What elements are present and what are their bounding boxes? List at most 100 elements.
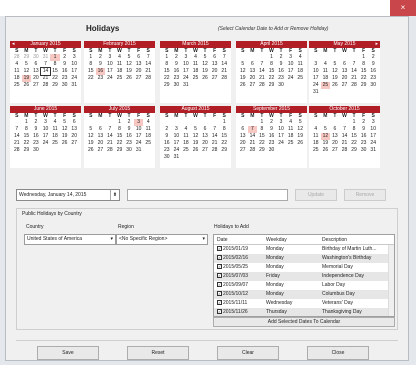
calendar-day[interactable]: 26 (238, 82, 248, 89)
calendar-day[interactable]: 15 (50, 68, 60, 75)
calendar-day[interactable]: 5 (124, 54, 134, 61)
calendar-day[interactable]: 29 (349, 147, 359, 154)
calendar-day[interactable]: 24 (41, 140, 51, 147)
calendar-day[interactable]: 12 (330, 68, 340, 75)
calendar-day[interactable]: 7 (210, 126, 220, 133)
calendar-day[interactable]: 28 (12, 54, 22, 61)
calendar-day[interactable]: 13 (134, 61, 144, 68)
calendar-day[interactable]: 9 (267, 126, 277, 133)
calendar-day[interactable]: 30 (162, 154, 172, 161)
calendar-day[interactable]: 18 (311, 140, 321, 147)
calendar-day[interactable]: 21 (210, 140, 220, 147)
calendar-day[interactable]: 21 (41, 75, 51, 82)
calendar-day[interactable]: 14 (257, 68, 267, 75)
calendar-day[interactable]: 3 (276, 119, 286, 126)
calendar-day[interactable]: 2 (172, 54, 182, 61)
row-checkbox[interactable]: ✓ (217, 309, 222, 315)
calendar-day[interactable]: 12 (191, 133, 201, 140)
calendar-day[interactable]: 16 (60, 68, 70, 75)
calendar-day[interactable]: 25 (50, 140, 60, 147)
calendar-day[interactable]: 10 (286, 61, 296, 68)
calendar-day[interactable]: 15 (162, 68, 172, 75)
row-checkbox[interactable]: ✓ (217, 300, 222, 306)
calendar-day[interactable]: 30 (267, 147, 277, 154)
calendar-day[interactable]: 22 (359, 75, 369, 82)
calendar-day[interactable]: 16 (162, 140, 172, 147)
calendar-day[interactable]: 15 (115, 133, 125, 140)
calendar-day[interactable]: 1 (219, 119, 229, 126)
calendar-day[interactable]: 13 (200, 133, 210, 140)
calendar-day[interactable]: 24 (368, 140, 378, 147)
date-spinner-icon[interactable]: ⬍ (110, 190, 119, 200)
calendar-day[interactable]: 26 (60, 140, 70, 147)
calendar-day[interactable]: 27 (69, 140, 79, 147)
calendar-day[interactable]: 6 (238, 126, 248, 133)
calendar-day[interactable]: 21 (257, 75, 267, 82)
calendar-day[interactable]: 2 (31, 119, 41, 126)
calendar-day[interactable]: 18 (321, 75, 331, 82)
calendar-day[interactable]: 29 (267, 82, 277, 89)
calendar-day[interactable]: 1 (22, 119, 32, 126)
calendar-day[interactable]: 13 (210, 61, 220, 68)
calendar-day[interactable]: 11 (143, 126, 153, 133)
calendar-day[interactable]: 21 (349, 75, 359, 82)
calendar-day[interactable]: 1 (115, 119, 125, 126)
calendar-day[interactable]: 29 (359, 82, 369, 89)
calendar-day[interactable]: 4 (50, 119, 60, 126)
calendar-day[interactable]: 18 (115, 68, 125, 75)
calendar-day[interactable]: 1 (162, 54, 172, 61)
calendar-day[interactable]: 8 (86, 61, 96, 68)
calendar-day[interactable]: 2 (276, 54, 286, 61)
calendar-day[interactable]: 11 (115, 61, 125, 68)
calendar-day[interactable]: 22 (257, 140, 267, 147)
calendar-day[interactable]: 20 (69, 133, 79, 140)
calendar-day[interactable]: 20 (248, 75, 258, 82)
calendar-day[interactable]: 25 (320, 82, 331, 89)
calendar-day[interactable]: 28 (210, 147, 220, 154)
row-checkbox[interactable]: ✓ (217, 255, 222, 261)
calendar-day[interactable]: 11 (191, 61, 201, 68)
calendar-day[interactable]: 10 (181, 61, 191, 68)
calendar-day[interactable]: 8 (162, 61, 172, 68)
calendar-day[interactable]: 17 (134, 133, 144, 140)
calendar-day[interactable]: 1 (359, 54, 369, 61)
calendar-day[interactable]: 31 (41, 54, 51, 61)
calendar-day[interactable]: 14 (349, 68, 359, 75)
calendar-day[interactable]: 24 (276, 140, 286, 147)
calendar-day[interactable]: 13 (31, 68, 41, 75)
calendar-day[interactable]: 25 (181, 147, 191, 154)
table-row[interactable]: ✓ 2015/05/25 Monday Memorial Day (214, 263, 394, 272)
month-title[interactable]: January 2015 ◂ (10, 41, 81, 48)
calendar-day[interactable]: 28 (219, 75, 229, 82)
calendar-day[interactable]: 8 (50, 61, 60, 68)
calendar-day[interactable]: 5 (191, 126, 201, 133)
save-button[interactable]: Save (37, 346, 99, 360)
update-button[interactable]: Update (295, 189, 337, 201)
calendar-day[interactable]: 22 (50, 75, 60, 82)
calendar-day[interactable]: 13 (340, 68, 350, 75)
calendar-day[interactable]: 26 (124, 75, 134, 82)
calendar-day[interactable]: 17 (172, 140, 182, 147)
calendar-day[interactable]: 14 (340, 133, 350, 140)
calendar-day[interactable]: 16 (276, 68, 286, 75)
calendar-day[interactable]: 29 (22, 147, 32, 154)
calendar-day[interactable]: 27 (200, 147, 210, 154)
calendar-day[interactable]: 5 (86, 126, 96, 133)
calendar-day[interactable]: 16 (31, 133, 41, 140)
calendar-day[interactable]: 30 (31, 54, 41, 61)
calendar-day[interactable]: 11 (181, 133, 191, 140)
calendar-day[interactable]: 17 (69, 68, 79, 75)
calendar-day[interactable]: 6 (134, 54, 144, 61)
calendar-day[interactable]: 12 (124, 61, 134, 68)
calendar-day[interactable]: 15 (359, 68, 369, 75)
calendar-day[interactable]: 7 (340, 126, 350, 133)
calendar-day[interactable]: 22 (219, 140, 229, 147)
calendar-day[interactable]: 20 (200, 140, 210, 147)
calendar-day[interactable]: 7 (12, 126, 22, 133)
calendar-day[interactable]: 9 (60, 61, 70, 68)
calendar-day[interactable]: 13 (248, 68, 258, 75)
calendar-day[interactable]: 19 (238, 75, 248, 82)
month-title[interactable]: July 2015 (84, 106, 155, 113)
calendar-day[interactable]: 30 (31, 147, 41, 154)
calendar-day[interactable]: 24 (181, 75, 191, 82)
